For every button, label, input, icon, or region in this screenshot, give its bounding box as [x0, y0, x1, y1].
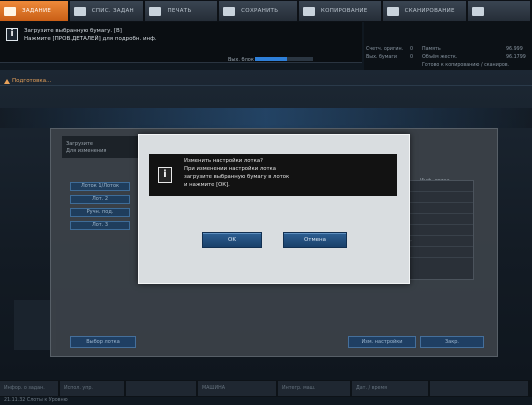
status-label: Счетч. оригин.	[366, 47, 404, 52]
status-value: 96.999	[506, 47, 523, 52]
warning-icon	[4, 79, 10, 84]
info-icon: i	[6, 28, 18, 41]
status-tail: Готово к копированию / сканиров.	[422, 63, 510, 68]
tray-button[interactable]: Лот. 2	[70, 195, 130, 204]
tray-dialog-text: Загрузите	[66, 141, 93, 147]
bottom-button[interactable]: Интегр. маш.	[278, 381, 350, 396]
tab-label: ЗАДАНИЕ	[22, 8, 52, 14]
select-tray-button[interactable]: Выбор лотка	[70, 336, 136, 348]
tray-dialog-message	[62, 136, 142, 158]
tray-button[interactable]: Ручн. под.	[70, 208, 130, 217]
tab-label: СКАНИРОВАНИЕ	[404, 8, 455, 14]
modal-line: загрузите выбранную бумагу в лоток	[184, 174, 290, 180]
top-tab-bar: ЗАДАНИЕ СПИС. ЗАДАН ПЕЧАТЬ СОХРАНИТЬ КОП…	[0, 0, 532, 22]
decorative-glow	[0, 108, 532, 128]
tab-job[interactable]: ЗАДАНИЕ	[0, 1, 68, 21]
ok-button[interactable]: OK	[202, 232, 262, 248]
print-icon	[149, 6, 162, 16]
tab-label: КОПИРОВАНИЕ	[320, 8, 368, 14]
status-value: 96.1799	[506, 55, 526, 60]
tray-dialog-text: Для изменения	[66, 148, 107, 154]
cancel-button[interactable]: Отмена	[283, 232, 347, 248]
info-icon: i	[158, 167, 172, 183]
scan-icon	[386, 6, 399, 16]
tab-save[interactable]: СОХРАНИТЬ	[219, 1, 297, 21]
tab-extra[interactable]	[468, 1, 530, 21]
save-icon	[223, 6, 236, 16]
list-icon	[73, 6, 86, 16]
job-line	[0, 76, 532, 86]
bottom-bar: Инфор. о задан. Испол. упр. МАШИНА Интег…	[0, 380, 532, 397]
status-label: Вых. бумаги	[366, 55, 397, 60]
tab-scan[interactable]: СКАНИРОВАНИЕ	[382, 1, 467, 21]
bottom-button[interactable]	[126, 381, 196, 396]
tab-label: СПИС. ЗАДАН	[91, 8, 134, 14]
status-label: Объём жестк.	[422, 55, 458, 60]
modal-line: и нажмите [ОК].	[184, 182, 230, 188]
progress-fill	[255, 57, 287, 61]
job-icon	[4, 6, 16, 16]
change-settings-button[interactable]: Изм. настройки	[348, 336, 416, 348]
close-button[interactable]: Закр.	[420, 336, 484, 348]
bottom-button[interactable]	[430, 381, 528, 396]
tab-print[interactable]: ПЕЧАТЬ	[145, 1, 218, 21]
progress-label: Вых. блок	[228, 57, 254, 63]
progress-bar	[255, 57, 313, 61]
box-icon	[472, 6, 485, 16]
bottom-button[interactable]: Дат. / время	[352, 381, 428, 396]
status-label: Память	[422, 47, 441, 52]
status-value: 0	[410, 47, 414, 52]
bottom-button[interactable]: МАШИНА	[198, 381, 276, 396]
job-status-label: Подготовка...	[12, 78, 52, 84]
tab-label: ПЕЧАТЬ	[167, 8, 192, 14]
copy-icon	[302, 6, 315, 16]
modal-line: При изменении настройки лотка	[184, 166, 276, 172]
message-line-2: Нажмите [ПРОВ.ДЕТАЛЕЙ] для подробн. инф.	[24, 36, 157, 42]
bottom-button[interactable]: Испол. упр.	[60, 381, 124, 396]
tab-label: СОХРАНИТЬ	[241, 8, 279, 14]
tray-button[interactable]: Лоток 1/Лоток	[70, 182, 130, 191]
footer-status: 21.11.32 Слоты к Уровню	[4, 398, 68, 403]
tab-copy[interactable]: КОПИРОВАНИЕ	[298, 1, 381, 21]
modal-title: Изменить настройки лотка?	[184, 158, 263, 164]
tray-button[interactable]: Лот. 3	[70, 221, 130, 230]
bottom-button[interactable]: Инфор. о задан.	[0, 381, 58, 396]
tab-job-list[interactable]: СПИС. ЗАДАН	[69, 1, 144, 21]
status-value: 0	[410, 55, 414, 60]
message-line-1: Загрузите выбранную бумагу. [В]	[24, 28, 122, 34]
